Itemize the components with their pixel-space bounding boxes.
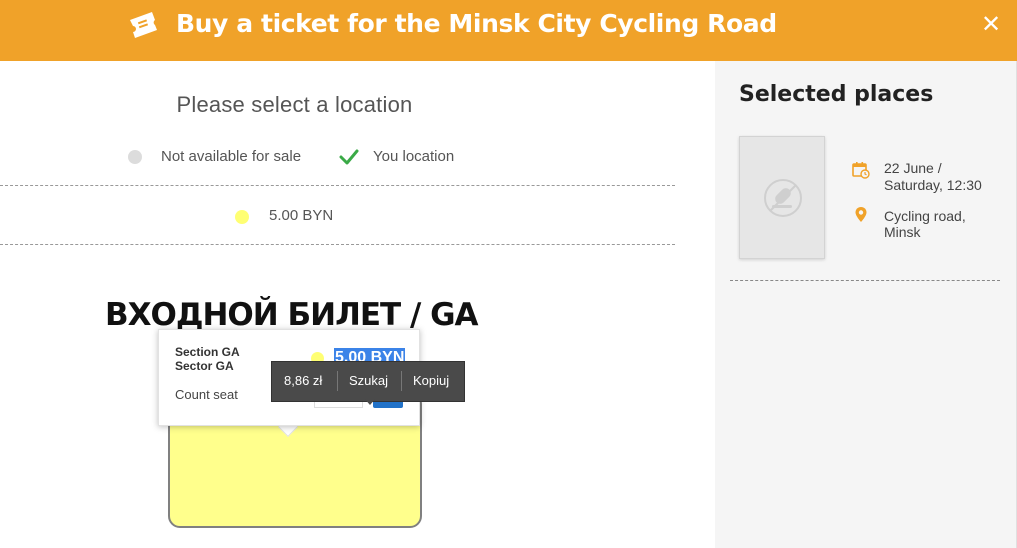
event-thumbnail	[739, 136, 825, 259]
ticket-icon	[130, 12, 157, 38]
menu-item-search[interactable]: Szukaj	[349, 373, 388, 388]
check-icon	[339, 149, 359, 165]
event-place-line1: Cycling road,	[884, 208, 966, 224]
calendar-icon	[852, 162, 870, 179]
legend-not-available: Not available for sale	[161, 148, 302, 165]
close-icon[interactable]: ✕	[979, 13, 1003, 37]
stage-label: ВХОДНОЙ БИЛЕТ / GA	[105, 297, 479, 333]
section-name: Section GA	[175, 345, 240, 359]
modal-header: Buy a ticket for the Minsk City Cycling …	[0, 0, 1017, 61]
divider	[0, 244, 675, 245]
divider	[730, 280, 1000, 281]
count-seat-label: Count seat	[175, 387, 238, 402]
sector-name: Sector GA	[175, 359, 234, 373]
menu-separator	[401, 371, 402, 391]
selected-places-title: Selected places	[739, 82, 934, 107]
text-selection-menu: 8,86 zł Szukaj Kopiuj	[271, 361, 465, 402]
divider	[0, 185, 675, 186]
price-legend: 5.00 BYN	[269, 207, 334, 224]
not-available-dot-icon	[128, 150, 142, 164]
menu-separator	[337, 371, 338, 391]
price-dot-icon	[235, 210, 249, 224]
no-image-icon	[764, 179, 802, 217]
menu-item-currency[interactable]: 8,86 zł	[284, 373, 322, 388]
menu-arrow	[364, 398, 376, 405]
legend-you-location: You location	[373, 148, 455, 165]
location-pin-icon	[855, 207, 867, 222]
event-place-line2: Minsk	[884, 224, 921, 240]
event-date-line1: 22 June /	[884, 160, 942, 176]
menu-item-copy[interactable]: Kopiuj	[413, 373, 449, 388]
event-date-line2: Saturday, 12:30	[884, 177, 982, 193]
selected-places-panel: Selected places 22 June / Saturday, 12:3…	[715, 61, 1017, 548]
modal-title: Buy a ticket for the Minsk City Cycling …	[176, 9, 777, 38]
select-location-prompt: Please select a location	[176, 92, 413, 117]
